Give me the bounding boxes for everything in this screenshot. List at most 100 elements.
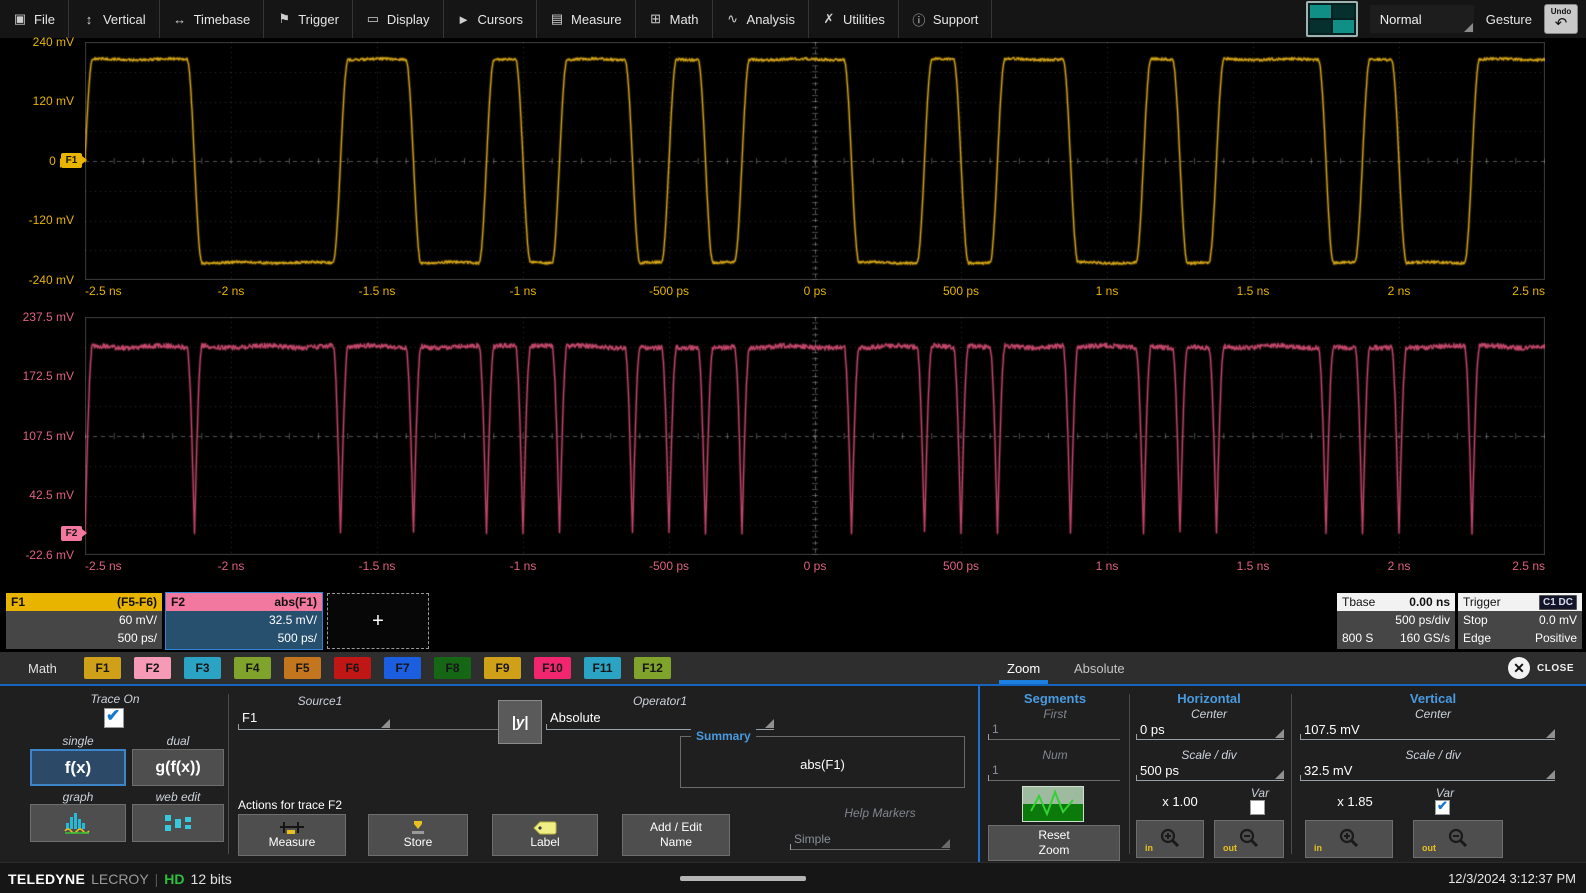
f2-zero-level-marker[interactable]: F2 [61, 526, 82, 541]
x-tick: 0 ps [804, 559, 827, 573]
menu-support[interactable]: ⓘ Support [899, 0, 993, 38]
close-button[interactable]: ✕ CLOSE [1508, 652, 1574, 684]
absolute-value-icon: |y| [512, 714, 529, 731]
f2-descriptor-box[interactable]: F2abs(F1) 32.5 mV/500 ps/ [166, 593, 322, 649]
menu-file[interactable]: ▣File [0, 0, 69, 38]
tab-f7[interactable]: F7 [384, 657, 421, 679]
vertical-zoom-out-button[interactable]: out [1413, 820, 1503, 858]
vertical-zoom-in-button[interactable]: in [1305, 820, 1393, 858]
add-trace-button[interactable]: + [327, 593, 429, 649]
display-mode-dropdown[interactable]: Normal [1370, 5, 1474, 33]
web-edit-icon [164, 813, 192, 833]
help-markers-dropdown[interactable]: Simple [790, 832, 950, 850]
support-icon: ⓘ [912, 10, 926, 29]
f1-plot-canvas[interactable] [85, 42, 1545, 280]
tab-zoom[interactable]: Zoom [993, 652, 1054, 684]
undo-button[interactable]: Undo↶ [1544, 4, 1578, 34]
f1-zero-level-marker[interactable]: F1 [61, 153, 82, 168]
tab-f11[interactable]: F11 [584, 657, 621, 679]
graph-button[interactable] [30, 804, 126, 842]
add-edit-line2: Name [660, 835, 692, 850]
x-tick: 500 ps [943, 559, 979, 573]
descriptor-row: F1(F5-F6) 60 mV/500 ps/ F2abs(F1) 32.5 m… [0, 592, 1586, 650]
horizontal-center-input[interactable]: 0 ps [1136, 722, 1284, 740]
tab-f3[interactable]: F3 [184, 657, 221, 679]
operator1-dropdown[interactable]: Absolute [546, 710, 774, 730]
tab-f6[interactable]: F6 [334, 657, 371, 679]
trigger-type: Edge [1463, 629, 1491, 647]
add-edit-name-button[interactable]: Add / Edit Name [622, 814, 730, 856]
brand-teledyne: TELEDYNE [8, 871, 85, 887]
grid-icon [1310, 20, 1331, 33]
segments-num-input[interactable]: 1 [988, 763, 1120, 781]
vertical-center-label: Center [1293, 707, 1573, 721]
menu-display[interactable]: ▭Display [353, 0, 444, 38]
x-tick: -1.5 ns [359, 559, 396, 573]
f1-descriptor-box[interactable]: F1(F5-F6) 60 mV/500 ps/ [6, 593, 162, 649]
f2-plot-canvas[interactable] [85, 317, 1545, 555]
y-tick: 42.5 mV [29, 488, 74, 502]
label-tag-icon [533, 821, 557, 835]
tab-f12[interactable]: F12 [634, 657, 671, 679]
vertical-var-checkbox[interactable]: ✔ [1435, 800, 1450, 815]
horizontal-var-checkbox[interactable]: ✔ [1250, 800, 1265, 815]
measure-button[interactable]: Measure [238, 814, 346, 856]
brand-logo: TELEDYNE LECROY | HD 12 bits [8, 871, 232, 887]
grid-icon [1333, 20, 1354, 33]
tab-absolute[interactable]: Absolute [1060, 652, 1139, 684]
horizontal-zoom-factor: x 1.00 [1140, 794, 1220, 809]
menu-analysis[interactable]: ∿Analysis [713, 0, 809, 38]
f1-id: F1 [11, 593, 25, 611]
tab-f8[interactable]: F8 [434, 657, 471, 679]
trigger-level: 0.0 mV [1539, 611, 1577, 629]
label-label: Label [530, 835, 559, 850]
menu-utilities[interactable]: ✗Utilities [809, 0, 899, 38]
label-button[interactable]: Label [492, 814, 598, 856]
measure-icon: ▤ [550, 11, 564, 27]
menu-trigger[interactable]: ⚑Trigger [264, 0, 353, 38]
grid-display-button[interactable] [1306, 1, 1358, 37]
menu-cursors[interactable]: ►Cursors [444, 0, 538, 38]
close-icon: ✕ [1508, 657, 1530, 679]
menu-label: Support [933, 12, 979, 27]
single-fx-button[interactable]: f(x) [30, 749, 126, 786]
horizontal-zoom-out-button[interactable]: out [1214, 820, 1284, 858]
web-edit-button[interactable] [132, 804, 224, 842]
reset-zoom-button[interactable]: Reset Zoom [988, 825, 1120, 861]
trace-on-checkbox[interactable]: ✔ [104, 708, 124, 728]
menu-timebase[interactable]: ↔Timebase [160, 0, 265, 38]
horizontal-scale-input[interactable]: 500 ps [1136, 763, 1284, 781]
x-tick: -1 ns [510, 284, 537, 298]
dual-gfx-button[interactable]: g(f(x)) [132, 749, 224, 786]
menu-label: Vertical [103, 12, 146, 27]
tab-f4[interactable]: F4 [234, 657, 271, 679]
store-button[interactable]: Store [368, 814, 468, 856]
vertical-scale-label: Scale / div [1293, 748, 1573, 762]
absolute-operator-icon-button[interactable]: |y| [498, 700, 542, 744]
trigger-descriptor-box[interactable]: TriggerC1 DC Stop0.0 mV EdgePositive [1458, 593, 1582, 649]
tab-f9[interactable]: F9 [484, 657, 521, 679]
help-markers-value: Simple [794, 832, 831, 846]
tab-f10[interactable]: F10 [534, 657, 571, 679]
tab-f2[interactable]: F2 [134, 657, 171, 679]
vertical-center-input[interactable]: 107.5 mV [1300, 722, 1555, 740]
segments-first-input[interactable]: 1 [988, 722, 1120, 740]
segments-num-label: Num [985, 748, 1125, 762]
horizontal-zoom-in-button[interactable]: in [1136, 820, 1204, 858]
f1-plot-area[interactable]: F1 [85, 42, 1545, 280]
f2-plot-area[interactable]: F2 [85, 317, 1545, 555]
tab-f5[interactable]: F5 [284, 657, 321, 679]
f2-x-axis: -2.5 ns -2 ns -1.5 ns -1 ns -500 ps 0 ps… [85, 559, 1545, 574]
segment-waveform-button[interactable] [1022, 786, 1084, 822]
tab-f1[interactable]: F1 [84, 657, 121, 679]
menu-vertical[interactable]: ↕Vertical [69, 0, 160, 38]
menu-measure[interactable]: ▤Measure [537, 0, 636, 38]
horizontal-scrollbar-handle[interactable] [680, 876, 806, 881]
menu-math[interactable]: ⊞Math [636, 0, 713, 38]
math-icon: ⊞ [649, 11, 663, 27]
source1-dropdown[interactable]: F1 [238, 710, 390, 730]
f2-y-axis: 237.5 mV 172.5 mV 107.5 mV 42.5 mV -22.6… [0, 317, 80, 555]
zoom-out-label: out [1422, 843, 1436, 854]
timebase-descriptor-box[interactable]: Tbase0.00 ns 500 ps/div 800 S160 GS/s [1337, 593, 1455, 649]
vertical-scale-input[interactable]: 32.5 mV [1300, 763, 1555, 781]
